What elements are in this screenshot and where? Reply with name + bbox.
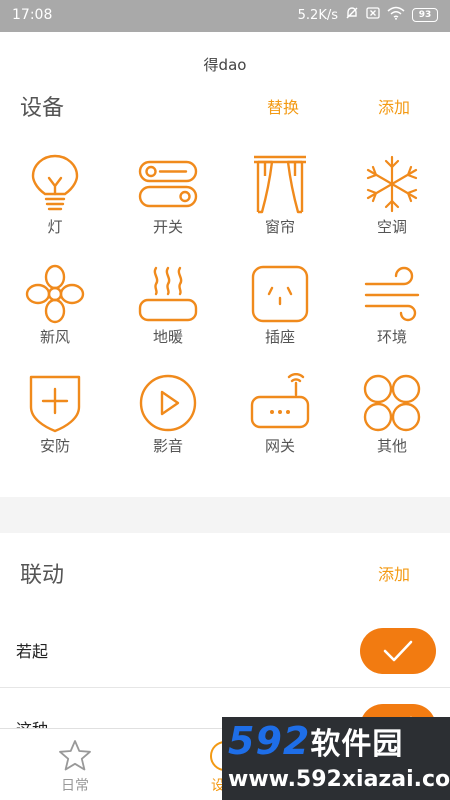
router-icon [250,373,310,429]
device-label: 灯 [47,218,63,236]
status-time: 17:08 [12,7,53,23]
linkage-name: 若起 [16,642,49,661]
device-label: 网关 [264,437,295,455]
device-gateway[interactable]: 网关 [230,373,330,481]
device-label: 窗帘 [264,218,295,236]
device-light[interactable]: 灯 [5,154,105,262]
device-aircon[interactable]: 空调 [342,154,442,262]
add-device-button[interactable]: 添加 [378,94,410,118]
bulb-icon [31,154,79,211]
socket-icon [251,265,309,323]
device-label: 地暖 [152,328,183,346]
device-label: 影音 [152,437,183,455]
row-divider [0,687,450,688]
device-switch[interactable]: 开关 [118,154,218,262]
add-linkage-button[interactable]: 添加 [378,561,410,585]
app-screen: 17:08 5.2K/s 93 得dao 设备 替换 添加 灯 开关 窗帘 空调… [0,0,450,800]
device-label: 其他 [376,437,407,455]
device-label: 新风 [39,328,70,346]
replace-button[interactable]: 替换 [267,94,299,118]
linkage-title: 联动 [20,563,65,588]
device-environment[interactable]: 环境 [342,264,442,372]
fan-icon [25,264,85,324]
shield-icon [29,375,81,433]
device-floor-heating[interactable]: 地暖 [118,264,218,372]
device-label: 插座 [264,328,295,346]
curtain-icon [254,155,306,214]
device-label: 空调 [376,218,407,236]
battery-icon: 93 [412,8,438,22]
devices-section: 设备 替换 添加 灯 开关 窗帘 空调 新风 地暖 插座 环境 安防 影音 网关… [0,90,450,497]
network-speed: 5.2K/s [297,7,338,23]
linkage-row: 若起 [0,615,450,690]
star-icon [59,740,91,771]
device-socket[interactable]: 插座 [230,264,330,372]
more-circles-icon [363,374,421,432]
wind-icon [364,266,420,322]
status-indicators: 5.2K/s 93 [298,6,438,24]
device-label: 环境 [376,328,407,346]
device-curtain[interactable]: 窗帘 [230,154,330,262]
top-bar: 得dao [0,32,450,90]
watermark-brand: 592软件园 [228,719,404,763]
device-label: 开关 [152,218,183,236]
status-bar: 17:08 5.2K/s 93 [0,0,450,32]
linkage-toggle[interactable] [360,628,436,674]
tab-daily[interactable]: 日常 [0,729,150,800]
play-icon [139,374,197,432]
device-media[interactable]: 影音 [118,373,218,481]
device-fresh-air[interactable]: 新风 [5,264,105,372]
switch-icon [138,160,198,208]
snowflake-icon [366,155,418,213]
wifi-icon [387,6,405,24]
mute-icon [345,6,359,24]
linkage-section: 联动 添加 若起 这种 [0,533,450,750]
tab-label: 日常 [61,778,89,794]
devices-title: 设备 [20,96,65,121]
device-other[interactable]: 其他 [342,373,442,481]
floor-heating-icon [138,266,198,322]
watermark-url: www.592xiazai.com [228,767,450,792]
watermark-logo: 592软件园 www.592xiazai.com [222,717,450,800]
no-sim-icon [366,7,380,23]
check-icon [383,640,413,662]
device-security[interactable]: 安防 [5,373,105,481]
device-label: 安防 [39,437,70,455]
app-title: 得dao [203,56,247,74]
